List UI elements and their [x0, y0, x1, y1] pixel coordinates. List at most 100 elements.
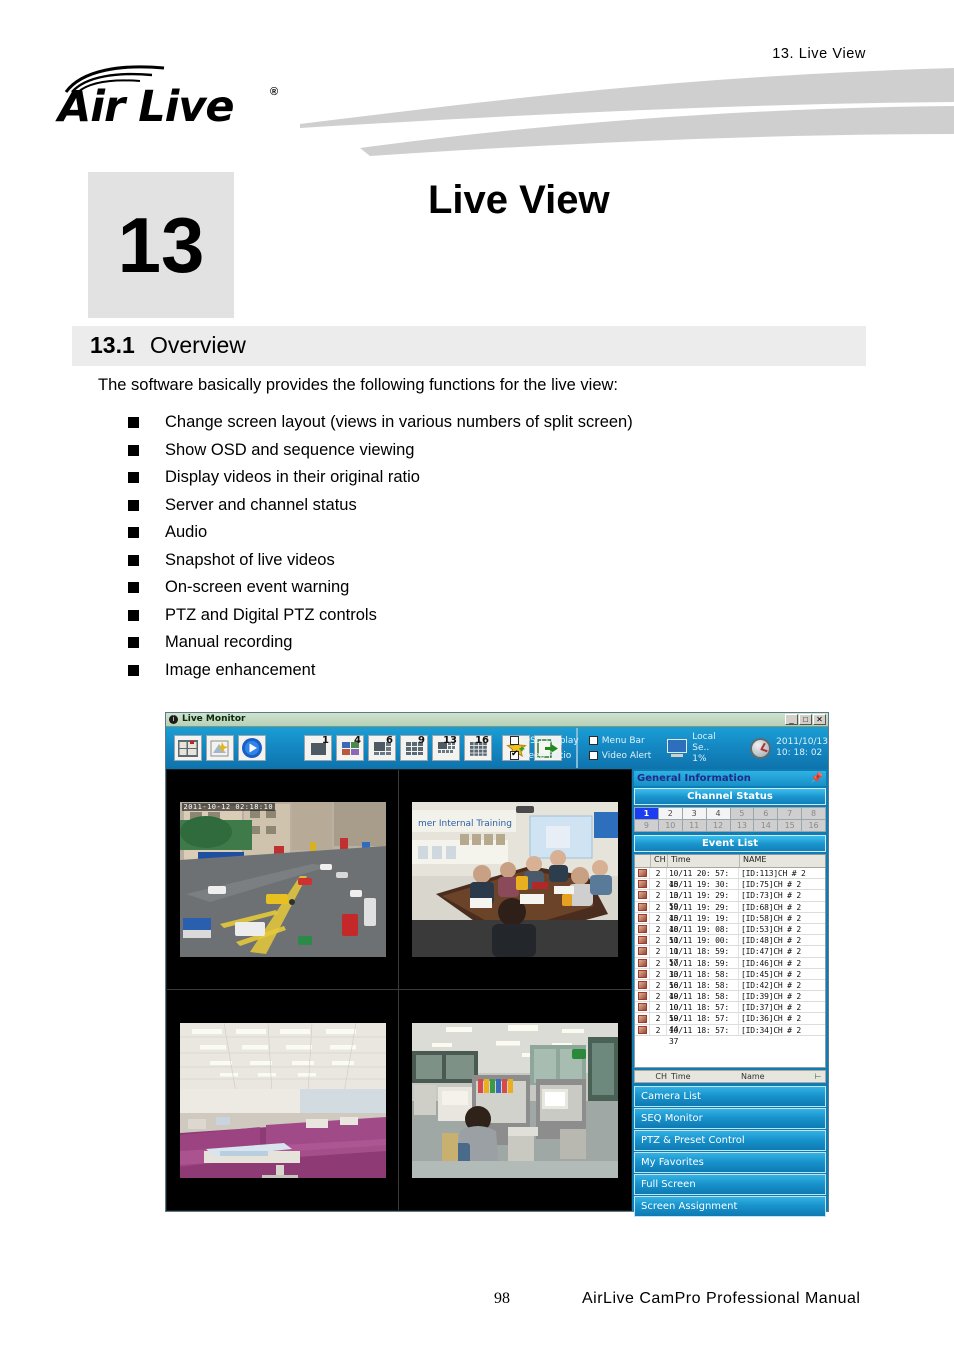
channel-cell-3[interactable]: 3: [682, 808, 706, 819]
event-time-column-header: Time: [668, 855, 740, 867]
event-row[interactable]: 2 10/11 18: 59: 33 [ID:46]CH # 2: [635, 957, 825, 979]
event-thumbnail-icon: [635, 912, 650, 923]
event-row[interactable]: 2 10/11 18: 59: 57 [ID:47]CH # 2: [635, 946, 825, 967]
keep-ratio-checkbox[interactable]: [510, 749, 519, 760]
svg-text:mer Internal Training: mer Internal Training: [418, 819, 512, 829]
section-heading-bar: 13.1 Overview: [72, 326, 866, 366]
video-cell-street[interactable]: 2011-10-12 02:18:10: [167, 770, 399, 990]
osd-timestamp: 2011-10-12 02:18:10: [181, 803, 276, 811]
split-1-button[interactable]: 1: [304, 735, 332, 761]
split-13-button[interactable]: 13: [432, 735, 460, 761]
live-monitor-window: i Live Monitor _ □ ✕ 1 4 6 9 13 16 OSD D…: [165, 712, 829, 1217]
event-row[interactable]: 2 10/11 19: 29: 45 [ID:68]CH # 2: [635, 901, 825, 923]
channel-cell-9[interactable]: 9: [635, 820, 658, 831]
split-count-label: 1: [322, 735, 329, 746]
channel-cell-6[interactable]: 6: [754, 808, 778, 819]
video-cell-office-cubicles[interactable]: [167, 990, 399, 1210]
chapter-number-box: 13: [88, 172, 234, 318]
video-alert-checkbox[interactable]: [588, 751, 598, 760]
split-count-label: 4: [354, 735, 361, 746]
event-channel: 2: [650, 901, 667, 912]
menu-bar-checkbox-row[interactable]: Menu Bar: [588, 733, 652, 748]
panel-menu-full-screen[interactable]: Full Screen: [634, 1174, 826, 1195]
event-name: [ID:48]CH # 2: [741, 936, 802, 946]
layout-editor-icon[interactable]: [174, 735, 202, 761]
keep-ratio-checkbox-row[interactable]: Keep Ratio: [510, 748, 579, 763]
channel-cell-2[interactable]: 2: [658, 808, 682, 819]
channel-cell-8[interactable]: 8: [802, 808, 825, 819]
feature-bullet-label: Snapshot of live videos: [165, 550, 335, 569]
channel-cell-4[interactable]: 4: [706, 808, 730, 819]
event-channel: 2: [650, 890, 667, 901]
minimize-button[interactable]: _: [785, 714, 798, 725]
section-number: 13.1: [90, 332, 135, 358]
panel-menu-ptz-preset-control[interactable]: PTZ & Preset Control: [634, 1130, 826, 1151]
event-row[interactable]: 2 10/11 19: 00: 11 [ID:48]CH # 2: [635, 935, 825, 956]
event-thumbnail-icon: [635, 968, 650, 979]
event-row[interactable]: 2 10/11 18: 57: 59 [ID:37]CH # 2: [635, 1002, 825, 1023]
page-footer: 98 AirLive CamPro Professional Manual: [0, 1290, 954, 1314]
channel-cell-16[interactable]: 16: [802, 820, 825, 831]
event-channel: 2: [650, 957, 667, 968]
panel-menu-screen-assignment[interactable]: Screen Assignment: [634, 1196, 826, 1217]
channel-cell-13[interactable]: 13: [730, 820, 754, 831]
event-name: [ID:34]CH # 2: [741, 1025, 802, 1035]
play-icon[interactable]: [238, 735, 266, 761]
channel-cell-15[interactable]: 15: [778, 820, 802, 831]
event-name: [ID:68]CH # 2: [741, 902, 802, 912]
running-head: 13. Live View: [772, 46, 866, 62]
channel-status-header[interactable]: Channel Status: [634, 788, 826, 805]
event-row[interactable]: 2 10/11 18: 57: 44 [ID:36]CH # 2: [635, 1013, 825, 1034]
maximize-button[interactable]: □: [799, 714, 812, 725]
event-row[interactable]: 2 10/11 19: 08: 51 [ID:53]CH # 2: [635, 923, 825, 945]
video-cell-office-workspace[interactable]: [399, 990, 631, 1210]
event-thumbnail-icon: [635, 901, 650, 912]
event-name: [ID:73]CH # 2: [741, 891, 802, 901]
channel-cell-14[interactable]: 14: [754, 820, 778, 831]
intro-paragraph: The software basically provides the foll…: [98, 376, 618, 394]
event-row[interactable]: 2 10/11 18: 58: 49 [ID:42]CH # 2: [635, 979, 825, 1001]
event-list-table[interactable]: CH Time NAME 2 10/11 20: 57: 45 [ID:113]CH…: [634, 854, 826, 1068]
event-list-header[interactable]: Event List: [634, 835, 826, 852]
bullet-square-icon: [128, 444, 139, 456]
split-4-button[interactable]: 4: [336, 735, 364, 761]
bullet-square-icon: [128, 499, 139, 511]
osd-display-checkbox-row[interactable]: OSD Display: [510, 733, 579, 748]
event-name: [ID:75]CH # 2: [741, 880, 802, 890]
panel-menu-camera-list[interactable]: Camera List: [634, 1086, 826, 1107]
panel-menu-seq-monitor[interactable]: SEQ Monitor: [634, 1108, 826, 1129]
channel-cell-10[interactable]: 10: [658, 820, 682, 831]
event-row[interactable]: 2 10/11 18: 58: 56 [ID:45]CH # 2: [635, 968, 825, 990]
current-date: 2011/10/13: [776, 737, 828, 747]
event-row[interactable]: 2 10/11 18: 58: 10 [ID:39]CH # 2: [635, 991, 825, 1012]
channel-cell-5[interactable]: 5: [730, 808, 754, 819]
channel-cell-1[interactable]: 1: [635, 808, 658, 819]
event-list-footer: CH Time Name ⊢: [634, 1070, 826, 1083]
event-thumbnail-icon: [635, 979, 650, 991]
split-count-label: 16: [475, 735, 489, 746]
channel-cell-11[interactable]: 11: [682, 820, 706, 831]
feature-bullet-label: Server and channel status: [165, 495, 357, 514]
split-6-button[interactable]: 6: [368, 735, 396, 761]
split-16-button[interactable]: 16: [464, 735, 492, 761]
panel-menu-my-favorites[interactable]: My Favorites: [634, 1152, 826, 1173]
split-9-button[interactable]: 9: [400, 735, 428, 761]
menu-bar-checkbox[interactable]: [588, 736, 598, 745]
event-row[interactable]: 2 10/11 18: 57: 37 [ID:34]CH # 2: [635, 1024, 825, 1046]
event-row[interactable]: 2 10/11 19: 29: 59 [ID:73]CH # 2: [635, 890, 825, 911]
event-row[interactable]: 2 10/11 20: 57: 45 [ID:113]CH # 2: [635, 868, 825, 889]
event-row[interactable]: 2 10/11 19: 19: 48 [ID:58]CH # 2: [635, 912, 825, 934]
video-alert-checkbox-row[interactable]: Video Alert: [588, 748, 651, 763]
channel-cell-12[interactable]: 12: [706, 820, 730, 831]
video-cell-meeting-room[interactable]: mer Internal Training: [399, 770, 631, 990]
event-thumbnail-icon: [635, 868, 650, 879]
expand-icon[interactable]: ⊢: [811, 1072, 825, 1081]
osd-display-checkbox[interactable]: [510, 736, 519, 745]
event-list-column-headers: CH Time NAME: [635, 855, 825, 868]
pin-icon[interactable]: 📌: [811, 773, 823, 784]
channel-cell-7[interactable]: 7: [778, 808, 802, 819]
event-row[interactable]: 2 10/11 19: 30: 13 [ID:75]CH # 2: [635, 879, 825, 900]
settings-wizard-icon[interactable]: [206, 735, 234, 761]
general-information-panel: General Information 📌 Channel Status 123…: [632, 769, 828, 1217]
close-button[interactable]: ✕: [813, 714, 826, 725]
